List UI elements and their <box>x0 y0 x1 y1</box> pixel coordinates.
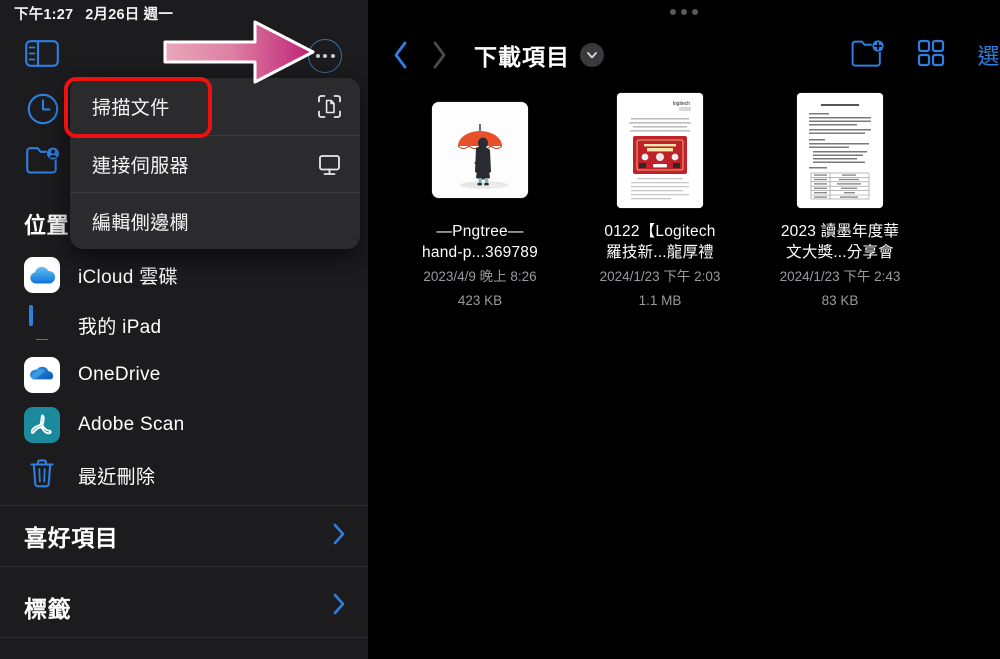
more-context-menu: 掃描文件 連接伺服器 編輯側邊欄 <box>70 78 360 249</box>
sidebar-item-label: Adobe Scan <box>78 414 185 435</box>
ipad-icon <box>24 305 60 343</box>
file-name-line: 2023 讀墨年度華 <box>780 223 900 240</box>
chevron-right-icon <box>332 522 346 551</box>
file-size: 83 KB <box>821 293 859 309</box>
document-scan-icon <box>316 94 342 120</box>
sidebar-toggle-icon[interactable] <box>24 38 60 68</box>
file-thumbnail <box>432 92 528 208</box>
menu-item-edit-sidebar[interactable]: 編輯側邊欄 <box>70 192 360 249</box>
icloud-icon <box>24 257 60 293</box>
file-grid: —Pngtree— hand-p...369789 2023/4/9 晚上 8:… <box>368 92 1000 312</box>
page-title: 下載項目 <box>474 44 570 70</box>
file-name-line: 羅技新...龍厚禮 <box>606 243 714 261</box>
files-app-window: 下午1:27 2月26日 週一 位置 iCloud 雲碟 我的 iPad One… <box>0 0 1000 659</box>
sidebar-item-adobe-scan[interactable]: Adobe Scan <box>0 400 368 450</box>
file-thumbnail <box>792 92 888 208</box>
sidebar: 下午1:27 2月26日 週一 位置 iCloud 雲碟 我的 iPad One… <box>0 0 368 659</box>
new-folder-icon[interactable] <box>851 39 885 72</box>
file-name-line: hand-p...369789 <box>422 243 538 261</box>
text-document-thumbnail <box>797 92 883 208</box>
main-content-pane: 下載項目 選 —Pngtree— hand-p...369789 2023/4/… <box>368 0 1000 659</box>
dot <box>681 9 687 15</box>
trash-icon <box>24 457 60 493</box>
window-grabber-handle[interactable] <box>670 9 698 15</box>
shared-folder-icon[interactable] <box>24 142 62 176</box>
onedrive-icon <box>24 357 60 393</box>
sidebar-item-label: iCloud 雲碟 <box>78 266 178 288</box>
chevron-down-icon[interactable] <box>580 43 604 67</box>
sidebar-item-onedrive[interactable]: OneDrive <box>0 350 368 400</box>
tags-group: 標籤 <box>0 576 368 638</box>
menu-item-scan-document[interactable]: 掃描文件 <box>70 78 360 135</box>
sidebar-item-label: 喜好項目 <box>24 525 119 551</box>
menu-item-label: 連接伺服器 <box>92 155 190 177</box>
dot <box>692 9 698 15</box>
places-list: iCloud 雲碟 我的 iPad OneDrive Adobe Scan 最近… <box>0 250 368 500</box>
menu-item-connect-to-server[interactable]: 連接伺服器 <box>70 135 360 192</box>
dot <box>330 54 335 58</box>
file-name-line: 文大獎...分享會 <box>786 243 894 261</box>
chevron-right-icon[interactable] <box>420 40 458 70</box>
sidebar-item-favorites[interactable]: 喜好項目 <box>0 505 368 567</box>
file-date: 2024/1/23 下午 2:43 <box>779 269 901 285</box>
status-date: 2月26日 週一 <box>85 6 174 23</box>
status-time: 下午1:27 <box>14 6 74 23</box>
file-name: —Pngtree— hand-p...369789 <box>392 222 568 263</box>
empty-icon-slot <box>316 208 342 234</box>
dot <box>323 54 327 58</box>
file-thumbnail: logitech <box>612 92 708 208</box>
file-item[interactable]: 2023 讀墨年度華 文大獎...分享會 2024/1/23 下午 2:43 8… <box>750 92 930 312</box>
menu-item-label: 掃描文件 <box>92 98 170 119</box>
adobe-scan-icon <box>24 407 60 443</box>
file-item[interactable]: logitech 0122【Logitech 羅技新...龍厚禮 2024/1/… <box>570 92 750 312</box>
sidebar-item-label: 標籤 <box>24 595 72 622</box>
file-name: 0122【Logitech 羅技新...龍厚禮 <box>572 222 748 263</box>
sidebar-item-recently-deleted[interactable]: 最近刪除 <box>0 450 368 500</box>
monitor-server-icon <box>316 151 342 177</box>
main-toolbar: 下載項目 選 <box>368 30 1000 80</box>
recents-clock-icon[interactable] <box>26 92 60 126</box>
sidebar-item-label: 我的 iPad <box>78 316 162 338</box>
file-date: 2024/1/23 下午 2:03 <box>599 269 721 285</box>
location-section-header: 位置 <box>24 213 70 238</box>
logitech-document-thumbnail: logitech <box>617 92 703 208</box>
file-item[interactable]: —Pngtree— hand-p...369789 2023/4/9 晚上 8:… <box>390 92 570 312</box>
pink-arrow-annotation <box>163 20 315 84</box>
toolbar-actions: 選 <box>851 39 1000 72</box>
file-size: 1.1 MB <box>638 293 682 309</box>
file-name-line: —Pngtree— <box>436 223 524 240</box>
grid-view-icon[interactable] <box>917 39 945 72</box>
umbrella-illustration-thumbnail <box>432 102 528 198</box>
chevron-right-icon <box>332 592 346 621</box>
chevron-left-icon[interactable] <box>382 40 420 70</box>
menu-item-label: 編輯側邊欄 <box>92 212 190 234</box>
sidebar-item-label: OneDrive <box>78 364 161 385</box>
sidebar-item-label: 最近刪除 <box>78 466 156 488</box>
sidebar-item-tags[interactable]: 標籤 <box>0 576 368 638</box>
file-name: 2023 讀墨年度華 文大獎...分享會 <box>752 222 928 263</box>
favorites-group: 喜好項目 <box>0 505 368 567</box>
file-size: 423 KB <box>457 293 503 309</box>
dot <box>315 54 320 58</box>
svg-text:logitech: logitech <box>673 101 690 107</box>
sidebar-item-my-ipad[interactable]: 我的 iPad <box>0 300 368 350</box>
select-button[interactable]: 選 <box>977 39 1000 71</box>
file-name-line: 0122【Logitech <box>604 223 716 240</box>
dot <box>670 9 676 15</box>
file-date: 2023/4/9 晚上 8:26 <box>423 269 537 285</box>
sidebar-item-icloud[interactable]: iCloud 雲碟 <box>0 250 368 300</box>
